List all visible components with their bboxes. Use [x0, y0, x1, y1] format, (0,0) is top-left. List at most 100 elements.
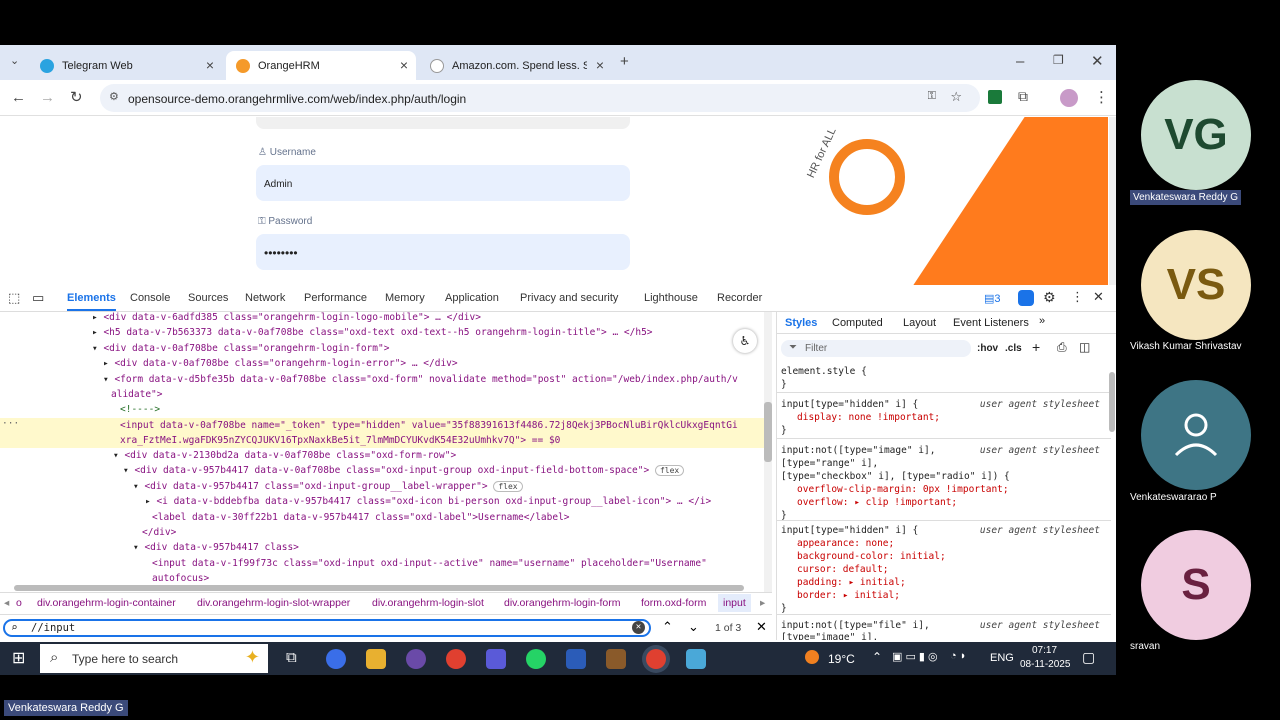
minimize-icon[interactable]: – — [1016, 53, 1024, 70]
participant-avatar-s[interactable]: S — [1141, 530, 1251, 640]
tab-recorder[interactable]: Recorder — [717, 292, 762, 304]
tree-node[interactable]: ▾ <div data-v-0af708be class="orangehrm-… — [92, 343, 389, 358]
rule-selector[interactable]: input:not([type="image" i], — [781, 445, 935, 456]
word-icon[interactable] — [566, 649, 586, 669]
tab-application[interactable]: Application — [445, 292, 499, 304]
breadcrumb-item[interactable]: form.oxd-form — [641, 597, 706, 609]
tree-node[interactable]: ▾ <div data-v-957b4417 data-v-0af708be c… — [123, 465, 685, 480]
tab-styles[interactable]: Styles — [785, 317, 817, 329]
extensions-puzzle-icon[interactable]: ⧉ — [1018, 88, 1028, 105]
accessibility-icon[interactable]: ♿ — [733, 329, 757, 353]
tree-node[interactable]: ▾ <div data-v-957b4417 class="oxd-input-… — [133, 481, 523, 496]
teams-icon[interactable] — [486, 649, 506, 669]
whatsapp-icon[interactable] — [526, 649, 546, 669]
clock-date[interactable]: 08-11-2025 — [1020, 659, 1070, 670]
tree-node[interactable]: ▸ <h5 data-v-7b563373 data-v-0af708be cl… — [92, 327, 653, 342]
tree-node[interactable]: ▸ <div data-v-0af708be class="orangehrm-… — [103, 358, 458, 373]
tab-sources[interactable]: Sources — [188, 292, 228, 304]
rule-selector[interactable]: input:not([type="file" i], — [781, 620, 930, 631]
breadcrumb-item[interactable]: div.orangehrm-login-slot-wrapper — [197, 597, 350, 609]
tab-amazon[interactable]: Amazon.com. Spend less. Smile × — [420, 51, 612, 80]
tab-performance[interactable]: Performance — [304, 292, 367, 304]
network-volume-icons[interactable]: ◔ ◗ — [950, 650, 966, 662]
tab-telegram[interactable]: Telegram Web × — [30, 51, 222, 80]
tree-node[interactable]: <input data-v-1f99f73c class="oxd-input … — [152, 558, 707, 573]
breadcrumb-item[interactable]: div.orangehrm-login-form — [504, 597, 621, 609]
tree-node[interactable]: ▾ <div data-v-2130bd2a data-v-0af708be c… — [113, 450, 456, 465]
new-tab-icon[interactable]: + — [620, 53, 629, 70]
rule-selector[interactable]: input[type="hidden" i] { — [781, 399, 918, 410]
scroll-thumb[interactable] — [764, 402, 772, 462]
crumb-scroll-left-icon[interactable]: ◂ — [4, 597, 9, 609]
tree-node[interactable]: ▾ <div data-v-957b4417 class> — [133, 542, 299, 557]
forward-icon[interactable]: → — [40, 89, 55, 106]
extension-icon[interactable] — [988, 90, 1002, 104]
password-key-icon[interactable]: ⚿ — [928, 90, 936, 103]
weather-temp[interactable]: 19°C — [828, 652, 855, 666]
inspect-element-icon[interactable]: ⬚ — [8, 290, 20, 306]
profile-avatar[interactable] — [1060, 89, 1078, 107]
chrome-icon[interactable] — [446, 649, 466, 669]
rule-selector[interactable]: element.style { — [781, 366, 867, 377]
find-input[interactable]: ⌕ //input ✕ — [3, 619, 651, 637]
hov-toggle[interactable]: :hov — [977, 343, 998, 354]
new-style-rule-icon[interactable]: + — [1032, 339, 1040, 355]
breadcrumb-item[interactable]: div.orangehrm-login-container — [37, 597, 176, 609]
tray-chevron-icon[interactable]: ⌃ — [872, 650, 882, 664]
rule-property[interactable]: padding: ▸ initial; — [797, 577, 906, 588]
weather-icon[interactable] — [805, 650, 819, 664]
breadcrumb-item[interactable]: o — [16, 597, 22, 609]
restore-icon[interactable]: ❐ — [1053, 53, 1064, 67]
chrome-active-icon[interactable] — [646, 649, 666, 669]
clock-time[interactable]: 07:17 — [1032, 645, 1057, 656]
more-tabs-icon[interactable]: » — [1039, 315, 1045, 327]
bookmark-star-icon[interactable]: ☆ — [950, 89, 962, 105]
tree-node[interactable]: <label data-v-30ff22b1 data-v-957b4417 c… — [152, 512, 570, 527]
rule-property[interactable]: cursor: default; — [797, 564, 889, 575]
tree-comment[interactable]: <!----> — [120, 404, 160, 419]
close-tab-icon[interactable]: × — [596, 57, 604, 73]
back-icon[interactable]: ← — [11, 89, 26, 106]
rule-property[interactable]: appearance: none; — [797, 538, 894, 549]
close-tab-icon[interactable]: × — [206, 57, 214, 73]
task-view-icon[interactable]: ⧉ — [286, 649, 306, 669]
tree-node[interactable]: ▸ <i data-v-bddebfba data-v-957b4417 cla… — [145, 496, 711, 511]
styles-filter-input[interactable]: ⏷ Filter — [781, 340, 971, 357]
username-input[interactable]: Admin — [256, 165, 630, 201]
site-info-icon[interactable]: ⚙ — [109, 90, 119, 103]
cls-toggle[interactable]: .cls — [1005, 343, 1022, 354]
tree-node[interactable]: ▾ <form data-v-d5bfe35b data-v-0af708be … — [103, 374, 738, 389]
tab-memory[interactable]: Memory — [385, 292, 425, 304]
rule-property[interactable]: overflow: ▸ clip !important; — [797, 497, 957, 508]
rule-selector[interactable]: input[type="hidden" i] { — [781, 525, 918, 536]
menu-kebab-icon[interactable]: ⋮ — [1094, 88, 1109, 106]
password-input[interactable]: •••••••• — [256, 234, 630, 270]
rule-property[interactable]: border: ▸ initial; — [797, 590, 900, 601]
breadcrumb-item-active[interactable]: input — [718, 594, 751, 612]
toggle-sidebar-icon[interactable]: ◫ — [1079, 340, 1090, 354]
tab-search-icon[interactable]: ⌄ — [10, 54, 19, 67]
participant-avatar-vs[interactable]: VS — [1141, 230, 1251, 340]
ai-assistance-icon[interactable] — [1018, 290, 1034, 306]
address-bar[interactable]: ⚙ opensource-demo.orangehrmlive.com/web/… — [100, 84, 980, 112]
clear-search-icon[interactable]: ✕ — [632, 621, 645, 634]
page-scrollbar[interactable] — [1109, 117, 1116, 285]
tree-node[interactable]: </div> — [142, 527, 176, 542]
close-find-icon[interactable]: ✕ — [756, 619, 767, 635]
tab-console[interactable]: Console — [130, 292, 170, 304]
tab-elements[interactable]: Elements — [67, 292, 116, 311]
windows-start-icon[interactable]: ⊞ — [12, 648, 25, 668]
device-toolbar-icon[interactable]: ▭ — [32, 290, 44, 306]
tab-network[interactable]: Network — [245, 292, 285, 304]
participant-avatar-vg[interactable]: VG — [1141, 80, 1251, 190]
breadcrumb-item[interactable]: div.orangehrm-login-slot — [372, 597, 484, 609]
tab-layout[interactable]: Layout — [903, 317, 936, 329]
styles-scroll-thumb[interactable] — [1109, 372, 1115, 432]
close-devtools-icon[interactable]: ✕ — [1093, 289, 1104, 305]
element-state-icon[interactable]: ⎙ — [1057, 340, 1067, 355]
app-icon[interactable] — [686, 649, 706, 669]
find-next-icon[interactable]: ⌄ — [688, 619, 699, 635]
rule-property[interactable]: background-color: initial; — [797, 551, 946, 562]
flex-badge[interactable]: flex — [493, 481, 523, 492]
tree-node[interactable]: ▸ <div data-v-6adfd385 class="orangehrm-… — [92, 312, 481, 327]
